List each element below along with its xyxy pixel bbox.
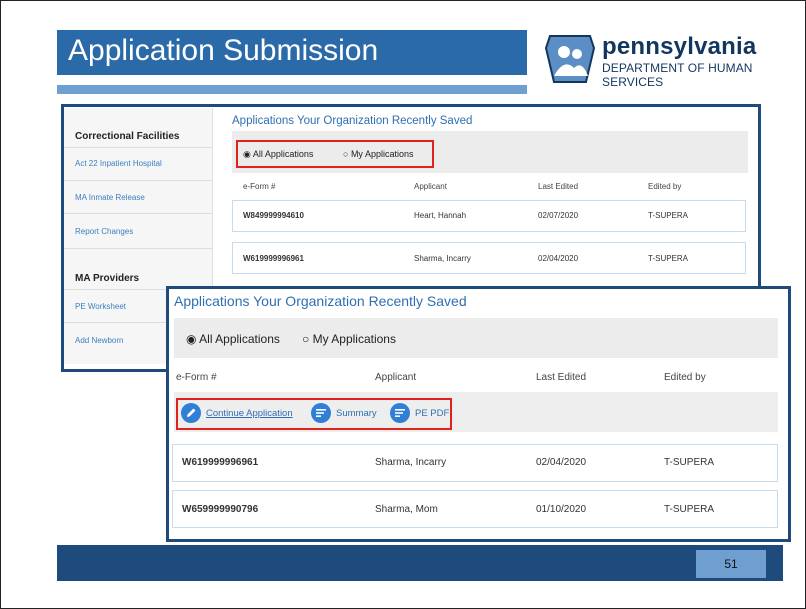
divider xyxy=(64,147,212,148)
lines-icon-glyph xyxy=(395,409,405,417)
column-header-applicant: Applicant xyxy=(375,372,417,383)
edited-by: T-SUPERA xyxy=(664,504,715,515)
column-header-edited-by: Edited by xyxy=(664,372,706,383)
last-edited-date: 02/04/2020 xyxy=(536,457,587,468)
applicant-name: Sharma, Mom xyxy=(375,504,438,515)
logo-wordmark: pennsylvania xyxy=(602,33,757,60)
page-title: Application Submission xyxy=(68,34,379,67)
sidebar-link-report-changes[interactable]: Report Changes xyxy=(75,227,133,236)
summary-lines-icon[interactable] xyxy=(311,403,331,423)
logo-department: DEPARTMENT OF HUMAN SERVICES xyxy=(602,61,753,89)
eform-number[interactable]: W619999996961 xyxy=(243,254,304,263)
page-number: 51 xyxy=(724,557,738,571)
sidebar-link-pe-worksheet[interactable]: PE Worksheet xyxy=(75,302,126,311)
sidebar-link-act22[interactable]: Act 22 Inpatient Hospital xyxy=(75,159,162,168)
back-panel-title: Applications Your Organization Recently … xyxy=(232,115,473,127)
radio-label: My Applications xyxy=(350,149,414,159)
divider xyxy=(64,213,212,214)
title-underline xyxy=(57,85,527,94)
column-header-eform: e-Form # xyxy=(176,372,217,383)
divider xyxy=(64,180,212,181)
divider xyxy=(64,248,212,249)
pencil-icon[interactable] xyxy=(181,403,201,423)
last-edited-date: 02/07/2020 xyxy=(538,211,579,220)
sidebar-link-inmate-release[interactable]: MA Inmate Release xyxy=(75,193,145,202)
radio-all-applications[interactable]: ◉ All Applications xyxy=(186,332,280,346)
edited-by: T-SUPERA xyxy=(664,457,715,468)
pencil-icon-glyph xyxy=(187,408,196,417)
front-panel-title: Applications Your Organization Recently … xyxy=(174,293,467,309)
column-header-edited-by: Edited by xyxy=(648,182,682,191)
last-edited-date: 01/10/2020 xyxy=(536,504,587,515)
pe-pdf-button[interactable]: PE PDF xyxy=(415,408,449,419)
applicant-name: Sharma, Incarry xyxy=(414,254,471,263)
sidebar-heading-correctional: Correctional Facilities xyxy=(75,131,180,142)
eform-number[interactable]: W659999990796 xyxy=(182,504,258,515)
last-edited-date: 02/04/2020 xyxy=(538,254,579,263)
eform-number[interactable]: W619999996961 xyxy=(182,457,258,468)
column-header-applicant: Applicant xyxy=(414,182,447,191)
lines-icon-glyph xyxy=(316,409,326,417)
footer-bar xyxy=(57,545,783,581)
edited-by: T-SUPERA xyxy=(648,211,689,220)
column-header-eform: e-Form # xyxy=(243,182,276,191)
column-header-last-edited: Last Edited xyxy=(538,182,579,191)
column-header-last-edited: Last Edited xyxy=(536,372,587,383)
summary-button[interactable]: Summary xyxy=(336,408,377,419)
sidebar-heading-ma-providers: MA Providers xyxy=(75,273,140,284)
radio-my-applications[interactable]: ○ My Applications xyxy=(302,332,396,346)
keystone-logo-icon xyxy=(544,35,596,83)
radio-label: All Applications xyxy=(199,332,280,346)
sidebar-link-add-newborn[interactable]: Add Newborn xyxy=(75,336,123,345)
radio-my-applications[interactable]: ○ My Applications xyxy=(343,149,413,159)
eform-number[interactable]: W849999994610 xyxy=(243,211,304,220)
applicant-name: Heart, Hannah xyxy=(414,211,467,220)
edited-by: T-SUPERA xyxy=(648,254,689,263)
radio-label: My Applications xyxy=(312,332,396,346)
applicant-name: Sharma, Incarry xyxy=(375,457,447,468)
pdf-lines-icon[interactable] xyxy=(390,403,410,423)
continue-application-link[interactable]: Continue Application xyxy=(206,408,293,419)
radio-all-applications[interactable]: ◉ All Applications xyxy=(243,149,313,160)
radio-label: All Applications xyxy=(252,149,314,159)
